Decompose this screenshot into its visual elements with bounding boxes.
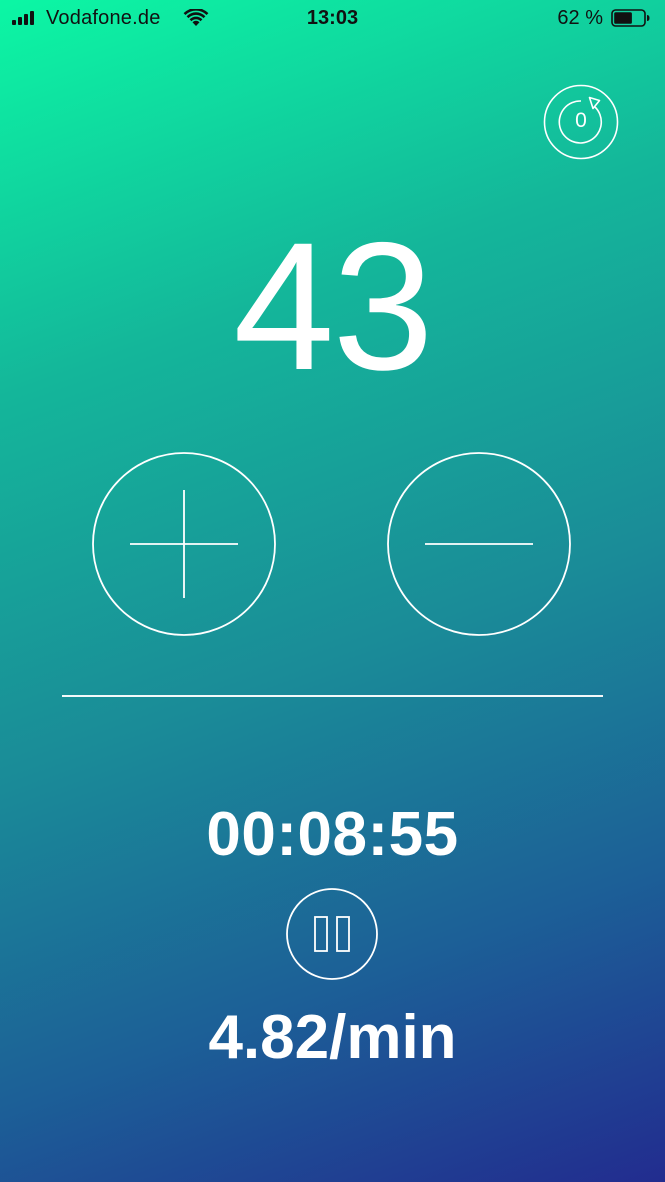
increment-button[interactable]: [92, 452, 276, 636]
pause-icon: [286, 888, 378, 980]
divider: [62, 695, 603, 697]
pause-button[interactable]: [286, 888, 378, 980]
reset-count: 0: [575, 109, 587, 132]
counter-value: 43: [233, 204, 433, 408]
status-bar: Vodafone.de 13:03 62 %: [0, 0, 665, 38]
reset-counter-button[interactable]: 0: [543, 84, 619, 160]
battery-percentage: 62 %: [557, 7, 603, 29]
minus-icon: [387, 452, 571, 636]
rate-per-minute: 4.82/min: [208, 1003, 457, 1072]
elapsed-time: 00:08:55: [206, 800, 459, 869]
plus-icon: [92, 452, 276, 636]
decrement-button[interactable]: [387, 452, 571, 636]
battery-icon: [611, 9, 651, 27]
